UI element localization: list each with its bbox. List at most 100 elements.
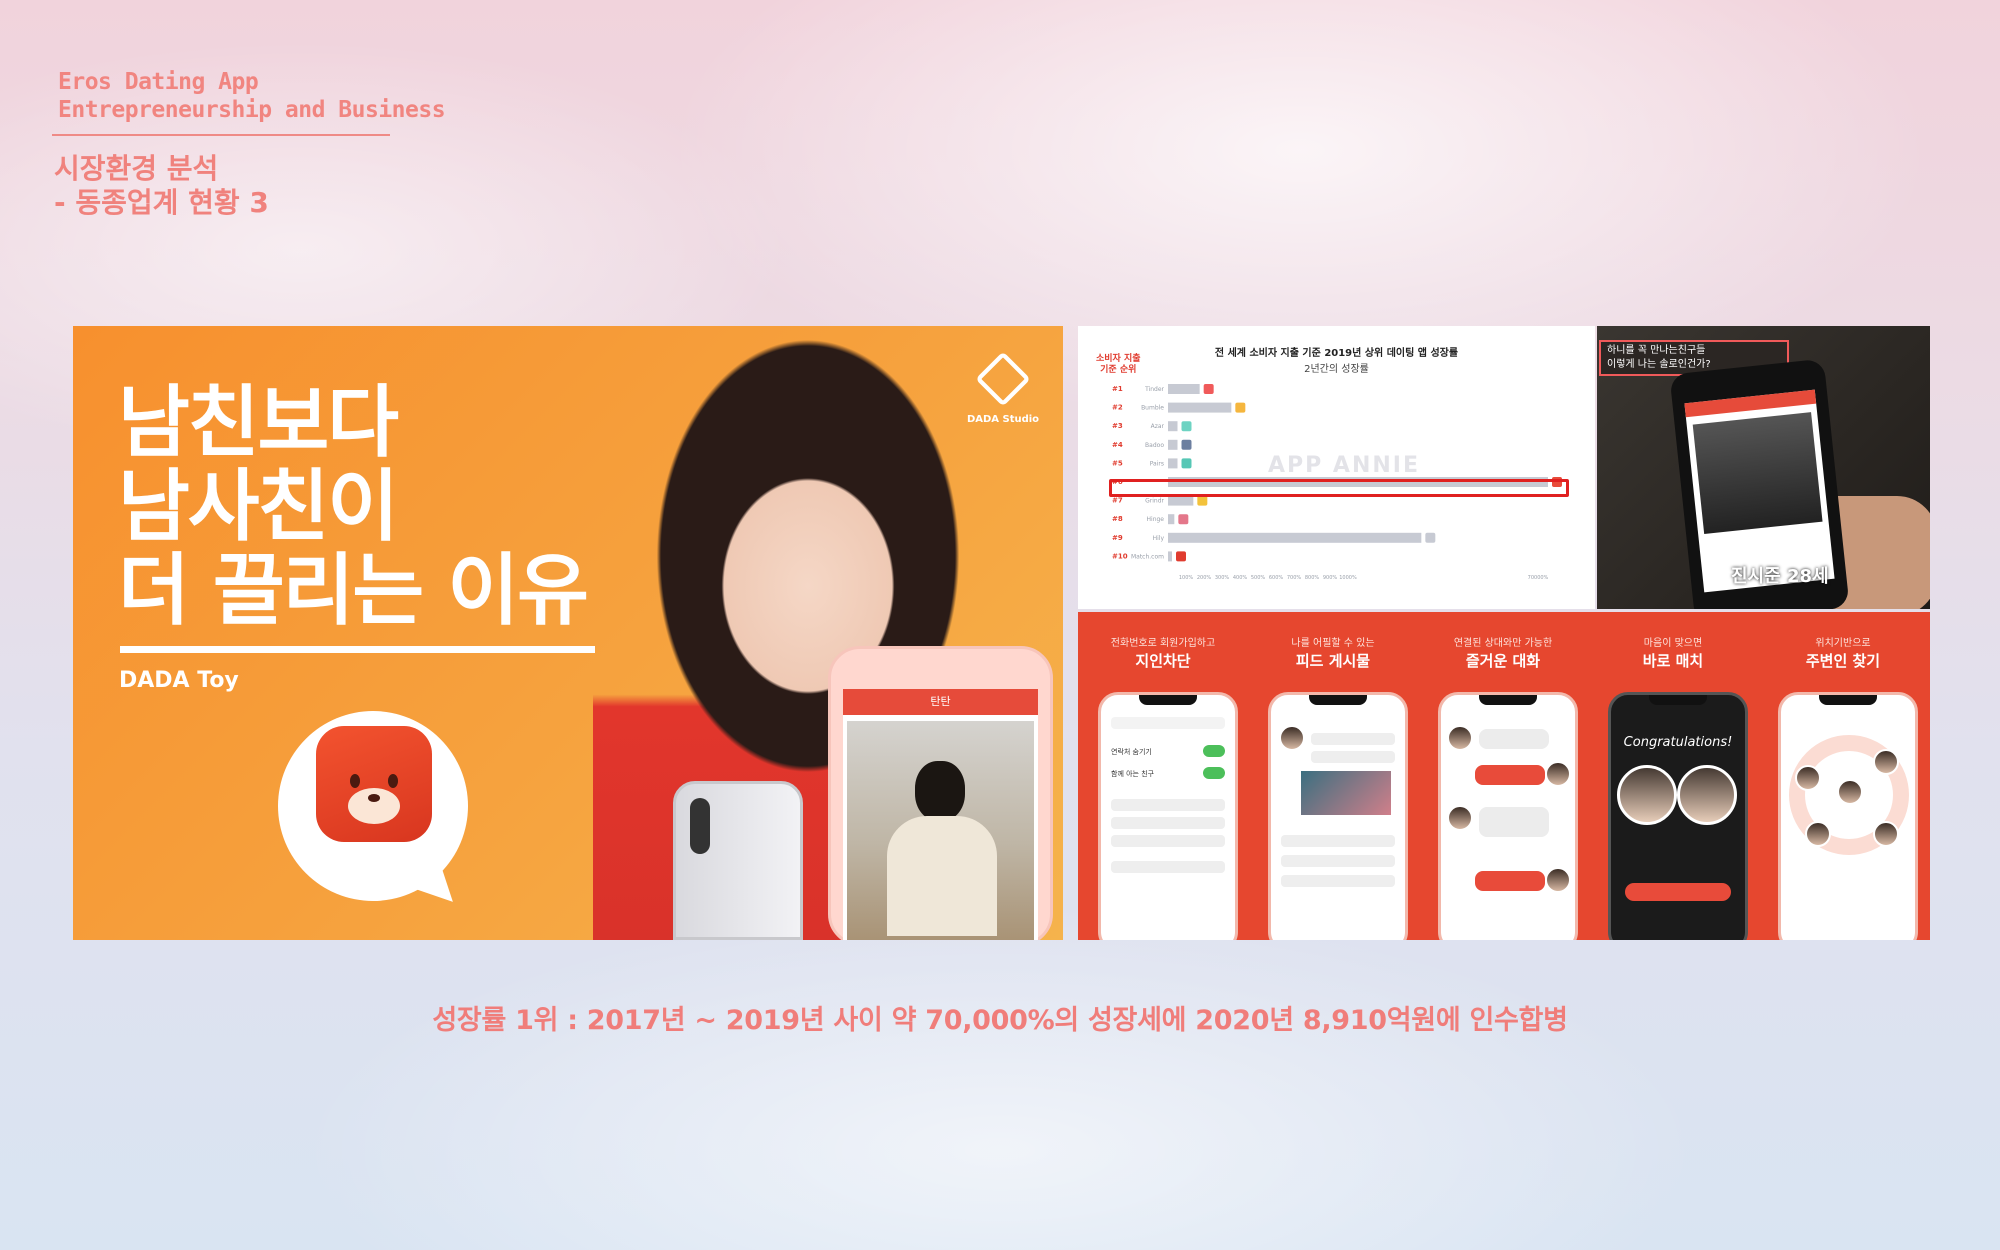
rank-label: #3 (1112, 422, 1123, 430)
chart-bar (1168, 384, 1200, 394)
x-tick-label: 900% (1323, 575, 1338, 581)
phone-notch (1819, 695, 1877, 705)
x-tick-label: 300% (1215, 575, 1230, 581)
tv-profile-photo (1692, 412, 1823, 535)
fox-nose (368, 794, 380, 802)
rank-label: #8 (1112, 515, 1123, 523)
fox-eye (388, 774, 398, 788)
avatar (1837, 779, 1863, 805)
x-tick-label: 100% (1179, 575, 1194, 581)
chart-bar (1168, 532, 1422, 543)
list-item (1111, 817, 1225, 829)
tv-caption: 진시준 28세 (1731, 566, 1829, 587)
rank-label: #4 (1112, 441, 1123, 449)
section-title: 시장환경 분석 (54, 152, 219, 185)
phone-notch (1139, 695, 1197, 705)
avatar (1873, 749, 1899, 775)
brand-label: DADA Toy (119, 668, 239, 693)
match-cta-button[interactable] (1625, 883, 1731, 901)
feature-phone: 연락처 숨기기 함께 아는 친구 (1098, 692, 1238, 940)
feature-title: 피드 게시물 (1295, 652, 1371, 670)
slide-caption: 성장률 1위 : 2017년 ~ 2019년 사이 약 70,000%의 성장세… (432, 1005, 1568, 1036)
setting-label: 함께 아는 친구 (1111, 770, 1155, 778)
title-block: Eros Dating App Entrepreneurship and Bus… (58, 68, 446, 124)
feature-caption: 전화번호로 회원가입하고 (1110, 638, 1216, 649)
tv-banner-line: 하니를 꼭 만나는친구들 (1607, 345, 1706, 356)
list-item (1111, 717, 1225, 729)
app-icon-marker (1181, 421, 1192, 432)
app-name-label: Badoo (1145, 442, 1164, 449)
avatar (1279, 725, 1305, 751)
handheld-phone (673, 781, 803, 940)
highlight-box (1109, 479, 1569, 497)
avatar (1795, 765, 1821, 791)
app-name-label: Pairs (1150, 460, 1164, 467)
x-tick-label: 700% (1287, 575, 1302, 581)
section-subtitle: - 동종업계 현황 3 (54, 186, 269, 219)
chat-bubble (1475, 871, 1545, 891)
app-icon-marker (1425, 532, 1436, 543)
app-mockup-title: 탄탄 (843, 689, 1038, 715)
chart-bar (1168, 402, 1232, 413)
headline-line: 남친보다 (118, 378, 399, 468)
feature-caption: 나를 어필할 수 있는 (1291, 638, 1375, 649)
studio-logo: DADA Studio (963, 351, 1043, 425)
chart-bar (1168, 514, 1175, 525)
match-avatar (1677, 765, 1737, 825)
rank-label: #1 (1112, 385, 1123, 393)
feature-contact-block: 전화번호로 회원가입하고 지인차단 연락처 숨기기 함께 아는 친구 (1078, 612, 1248, 940)
feed-image (1301, 771, 1391, 815)
chart-plot: #1 Tinder#2 Bumble#3 Azar#4 Badoo#5 Pairs#6#7… (1112, 384, 1562, 581)
rank-label: #10 (1112, 552, 1128, 560)
fox-eye (350, 774, 360, 788)
x-tick-label: 600% (1269, 575, 1284, 581)
section-heading: 시장환경 분석 - 동종업계 현황 3 (54, 152, 269, 220)
app-name-label: Grindr (1145, 498, 1164, 505)
list-item (1111, 861, 1225, 873)
feature-caption: 마음이 맞으면 (1643, 638, 1703, 649)
avatar (1545, 867, 1571, 893)
phone-notch (1309, 695, 1367, 705)
x-tick-label: 800% (1305, 575, 1320, 581)
app-name-label: Tinder (1144, 386, 1164, 393)
tv-clip: 하니를 꼭 만나는친구들 이렇게 나는 솔로인건가? 진시준 28세 (1597, 326, 1930, 609)
app-icon-marker (1197, 495, 1208, 506)
app-name-label: Azar (1151, 423, 1165, 430)
rank-label: #9 (1112, 534, 1123, 542)
feature-phone: Congratulations! (1608, 692, 1748, 940)
app-icon-marker (1178, 514, 1189, 525)
list-item (1281, 855, 1395, 867)
avatar (1447, 805, 1473, 831)
app-icon-marker (1235, 402, 1246, 413)
studio-name: DADA Studio (966, 414, 1040, 425)
rank-label: #5 (1112, 459, 1123, 467)
feature-phone (1778, 692, 1918, 940)
feature-title: 바로 매치 (1642, 652, 1704, 670)
feature-nearby-block: 위치기반으로 주변인 찾기 (1758, 612, 1928, 940)
app-subtitle: Entrepreneurship and Business (58, 97, 446, 123)
toggle-switch (1203, 767, 1225, 779)
app-name-label: Bumble (1141, 405, 1164, 412)
chat-bubble (1475, 765, 1545, 785)
chat-bubble (1479, 807, 1549, 837)
feature-phone (1438, 692, 1578, 940)
x-tick-label: 400% (1233, 575, 1248, 581)
feature-strip: 전화번호로 회원가입하고 지인차단 연락처 숨기기 함께 아는 친구 나를 어필… (1078, 612, 1930, 940)
avatar (1545, 761, 1571, 787)
app-name-label: Match.com (1131, 553, 1164, 560)
x-tick-label: 200% (1197, 575, 1212, 581)
feature-title: 지인차단 (1135, 652, 1191, 670)
app-name-label: Hinge (1147, 516, 1165, 523)
list-item (1311, 733, 1395, 745)
fox-app-icon (316, 726, 432, 842)
thumbnail-headline: 남친보다 남사친이 더 끌리는 이유 (118, 378, 589, 636)
title-divider (52, 134, 390, 136)
headline-line: 더 끌리는 이유 (118, 546, 589, 636)
app-icon-marker (1181, 439, 1192, 450)
feature-title: 주변인 찾기 (1805, 652, 1881, 670)
fox-face (334, 754, 414, 824)
app-icon-marker (1203, 384, 1214, 394)
app-icon-marker (1181, 458, 1192, 469)
list-item (1281, 875, 1395, 887)
chart-bar (1168, 421, 1178, 432)
